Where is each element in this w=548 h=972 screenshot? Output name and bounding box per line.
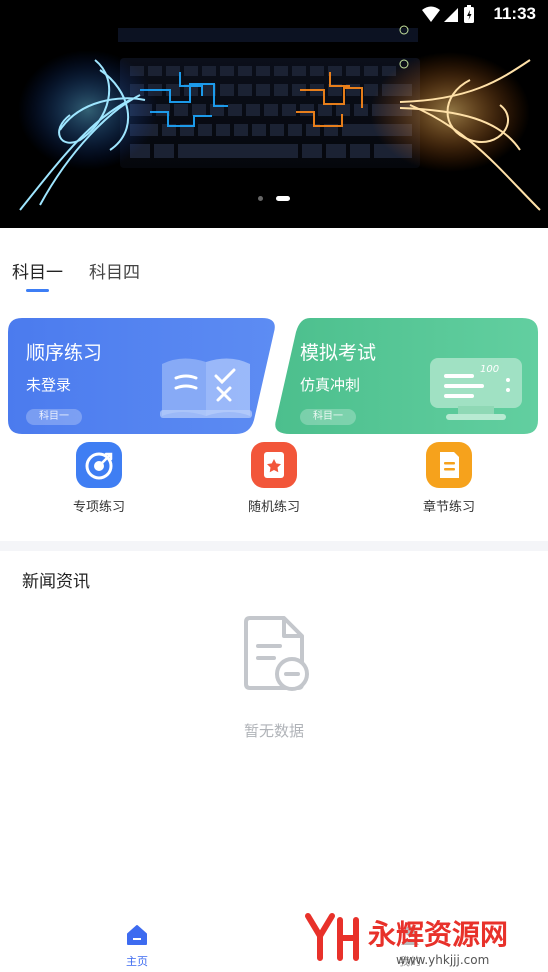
svg-text:永辉资源网: 永辉资源网 <box>368 918 508 951</box>
card-title: 顺序练习 <box>26 342 103 364</box>
news-section-title: 新闻资讯 <box>22 572 90 592</box>
quick-action-label: 专项练习 <box>72 500 125 515</box>
quick-action-label: 随机练习 <box>247 500 300 515</box>
mock-exam-card[interactable]: 模拟考试 仿真冲刺 科目一 100 <box>272 318 540 434</box>
watermark-logo: 永辉资源网 www.yhkjjj.com <box>305 913 508 967</box>
tab-subject-four[interactable]: 科目四 <box>89 258 140 283</box>
subject-tag: 科目一 <box>300 409 356 425</box>
svg-text:www.yhkjjj.com: www.yhkjjj.com <box>396 953 489 967</box>
empty-state-text: 暂无数据 <box>243 722 304 740</box>
svg-text:100: 100 <box>480 364 499 375</box>
carousel-dot[interactable] <box>257 196 263 201</box>
nav-home[interactable]: 主页 <box>107 924 167 969</box>
wifi-icon <box>422 6 440 22</box>
login-status: 未登录 <box>26 376 72 394</box>
empty-document-icon <box>244 616 309 691</box>
watermark: 永辉资源网 www.yhkjjj.com <box>300 910 548 972</box>
card-title: 模拟考试 <box>300 342 377 364</box>
status-time: 11:33 <box>493 4 536 23</box>
nav-home-label: 主页 <box>126 955 148 968</box>
quick-action-label: 章节练习 <box>422 500 475 515</box>
open-book-icon <box>160 358 252 418</box>
status-icons <box>420 5 480 29</box>
card-icon <box>251 442 297 488</box>
section-divider <box>0 541 548 551</box>
tab-active-indicator <box>26 289 49 292</box>
home-icon <box>127 925 147 945</box>
target-icon <box>76 442 122 488</box>
document-icon <box>426 442 472 488</box>
card-subtitle: 仿真冲刺 <box>300 376 361 394</box>
sequential-practice-card[interactable]: 顺序练习 未登录 科目一 <box>8 318 276 434</box>
carousel-indicator <box>0 188 548 207</box>
signal-icon <box>444 8 458 22</box>
carousel-dot-active[interactable] <box>276 196 291 201</box>
random-practice-button[interactable]: 随机练习 <box>219 442 329 515</box>
status-bar: 11:33 <box>0 0 548 30</box>
chapter-practice-button[interactable]: 章节练习 <box>394 442 504 515</box>
special-practice-button[interactable]: 专项练习 <box>44 442 154 515</box>
subject-tag: 科目一 <box>26 409 82 425</box>
tab-subject-one[interactable]: 科目一 <box>12 258 63 283</box>
computer-screen-icon: 100 <box>430 358 522 420</box>
